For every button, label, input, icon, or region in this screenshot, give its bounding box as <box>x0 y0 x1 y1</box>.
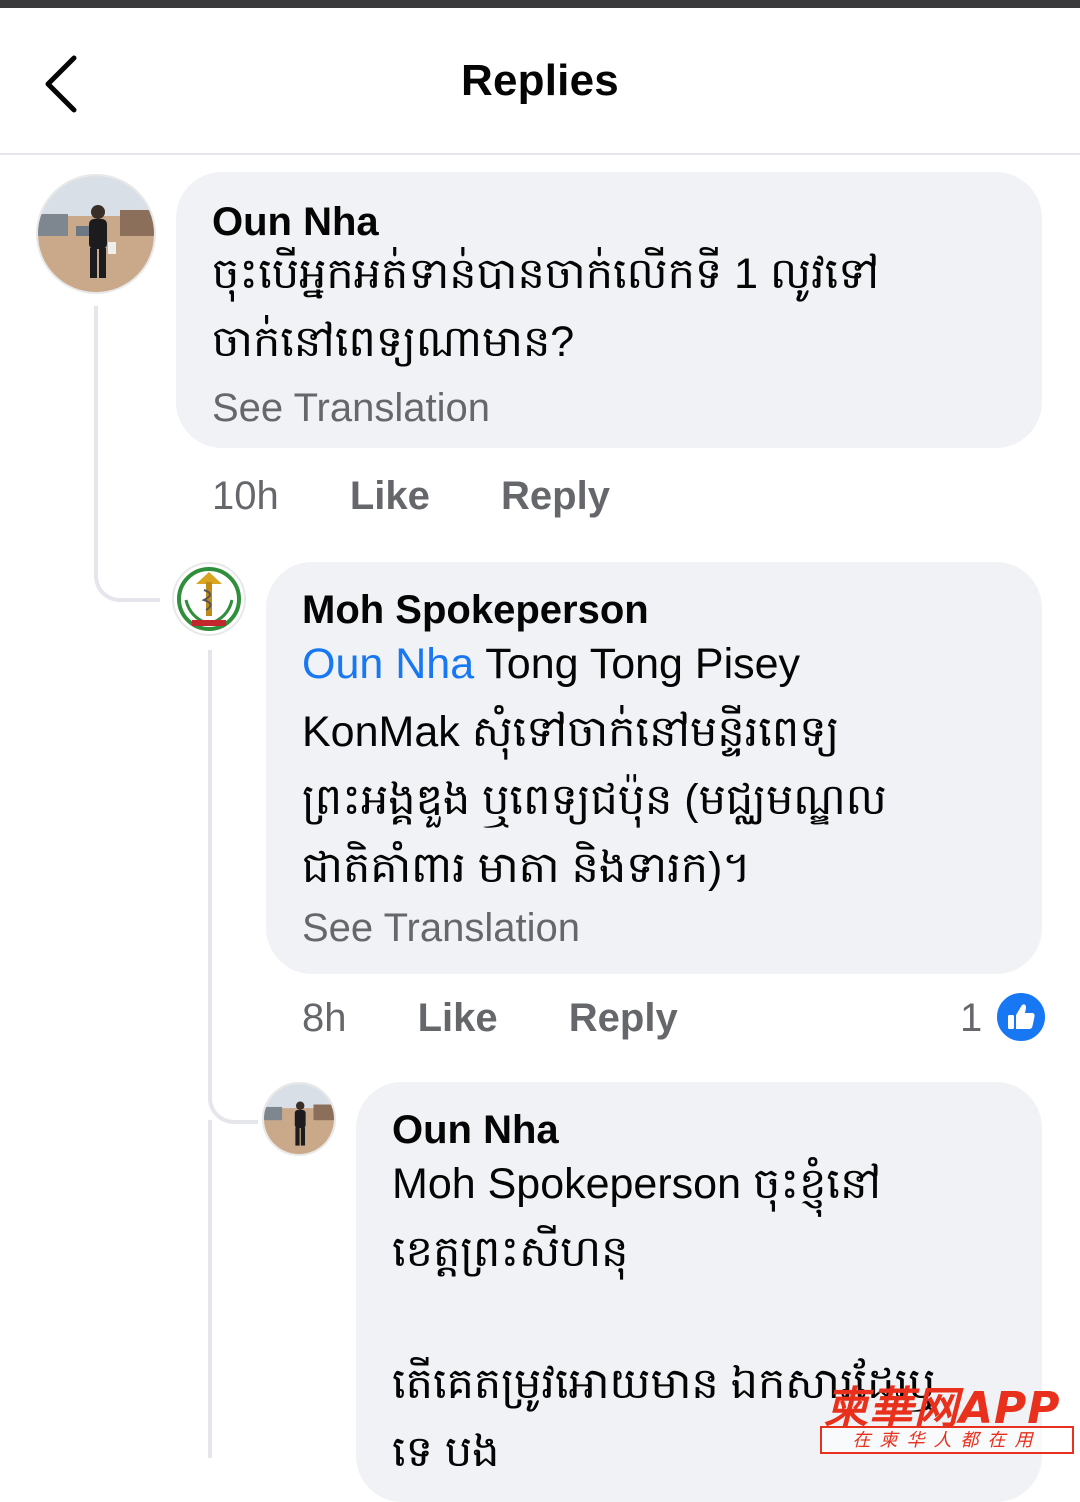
page-title: Replies <box>461 56 619 105</box>
thread-line <box>208 1120 212 1458</box>
mention-link[interactable]: Oun Nha <box>302 640 474 688</box>
watermark-tagline: 在柬华人都在用 <box>820 1426 1074 1454</box>
comment-text-line: ខេត្តព្រះសីហនុ <box>392 1228 629 1276</box>
comment-text-line: Moh Spokeperson ចុះខ្ញុំនៅ <box>392 1160 882 1208</box>
reply-button[interactable]: Reply <box>569 996 678 1041</box>
avatar[interactable] <box>172 562 246 636</box>
comment-text-line: Oun Nha Tong Tong Pisey <box>302 630 1006 698</box>
reply-button[interactable]: Reply <box>501 474 610 519</box>
comment-text-line: ព្រះអង្គឌួង ឬពេទ្យជប៉ុន (មជ្ឈមណ្ឌល <box>302 776 887 824</box>
avatar[interactable] <box>262 1082 336 1156</box>
comment-author[interactable]: Moh Spokeperson <box>302 586 1006 634</box>
ministry-seal-icon <box>177 567 241 631</box>
comment-bubble[interactable]: Oun Nha ចុះបើអ្នកអត់ទាន់បានចាក់លើកទី 1 ល… <box>176 172 1042 448</box>
watermark: 柬華网APP 在柬华人都在用 <box>820 1372 1076 1456</box>
profile-photo-icon <box>38 176 154 292</box>
status-bar-edge <box>0 0 1080 8</box>
comment-text: Tong Tong Pisey <box>474 640 801 688</box>
reaction-count[interactable]: 1 <box>960 996 982 1041</box>
thumbs-up-icon <box>1008 1004 1035 1029</box>
comment-text-line <box>392 1286 1006 1350</box>
see-translation-link[interactable]: See Translation <box>212 382 1006 434</box>
comment-author[interactable]: Oun Nha <box>212 198 1006 246</box>
comment-actions: 10h Like Reply <box>212 474 610 519</box>
like-button[interactable]: Like <box>418 996 498 1041</box>
like-button[interactable]: Like <box>350 474 430 519</box>
avatar[interactable] <box>36 174 156 294</box>
comment-bubble[interactable]: Moh Spokeperson Oun Nha Tong Tong Pisey … <box>266 562 1042 974</box>
comment-time: 10h <box>212 474 279 518</box>
comment-text-line: ចុះបើអ្នកអត់ទាន់បានចាក់លើកទី 1 លូវទៅ <box>212 250 880 298</box>
comment-actions: 8h Like Reply <box>302 996 678 1041</box>
reaction-badge[interactable] <box>994 990 1048 1044</box>
replies-header: Replies <box>0 8 1080 155</box>
comment-text-line: ជាតិគាំពារ មាតា និងទារក)។ <box>302 844 751 892</box>
thread-line <box>94 306 160 602</box>
profile-photo-icon <box>264 1084 334 1154</box>
comment-author[interactable]: Oun Nha <box>392 1106 1006 1154</box>
comment-text-line: ចាក់នៅពេទ្យណាមាន? <box>212 318 575 366</box>
see-translation-link[interactable]: See Translation <box>302 902 1006 954</box>
comment-time: 8h <box>302 996 347 1040</box>
thread-line <box>208 650 258 1124</box>
comment-text-line: KonMak សុំទៅចាក់នៅមន្ទីរពេទ្យ <box>302 708 840 756</box>
